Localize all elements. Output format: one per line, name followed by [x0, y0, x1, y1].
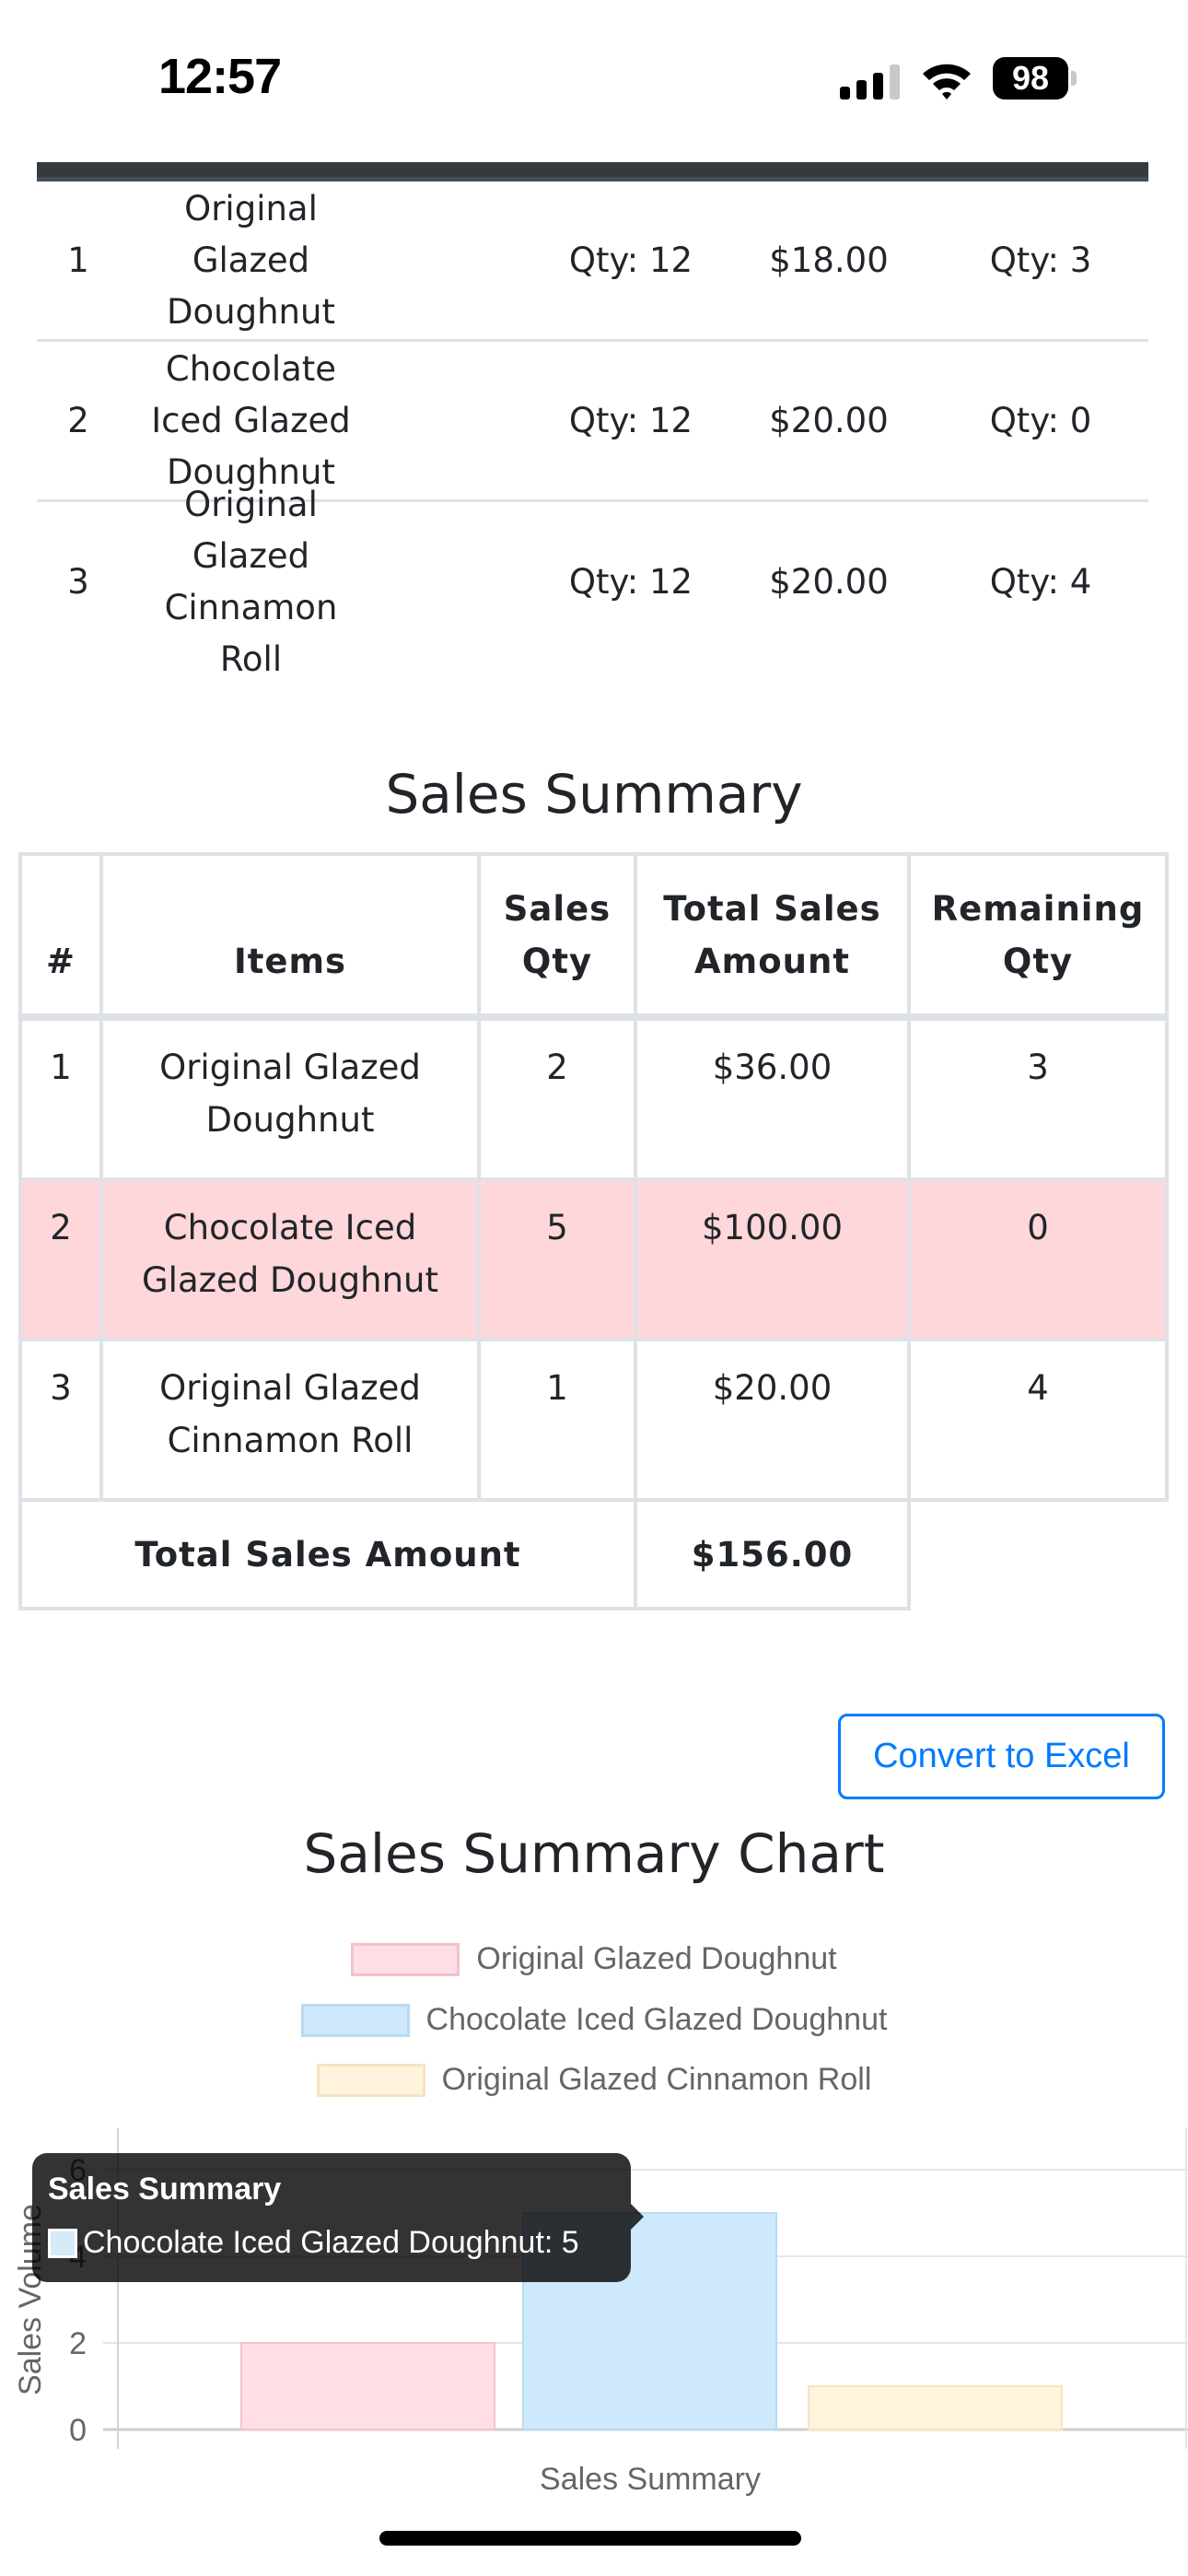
total-sales-amount: $36.00	[634, 1015, 911, 1181]
column-header-sales-qty: Sales Qty	[477, 852, 637, 1021]
item-name: Original Glazed Cinnamon Roll	[99, 1338, 481, 1502]
inventory-row: 3 Original Glazed Cinnamon Roll Qty: 12 $20…	[37, 485, 1148, 679]
row-index: 3	[18, 1338, 103, 1502]
sales-summary-title: Sales Summary	[385, 763, 803, 825]
total-sales-amount: $20.00	[634, 1338, 911, 1502]
remaining-qty: 4	[907, 1338, 1169, 1502]
row-index: 3	[67, 562, 89, 602]
sales-summary-table: # Items Sales Qty Total Sales Amount Rem…	[18, 852, 1169, 1610]
remaining-qty: 0	[907, 1177, 1169, 1341]
item-name: Original Glazed Cinnamon Roll	[164, 485, 338, 679]
legend-label: Original Glazed Doughnut	[476, 1941, 837, 1976]
legend-item[interactable]: Chocolate Iced Glazed Doughnut	[0, 2002, 1188, 2038]
legend-item[interactable]: Original Glazed Cinnamon Roll	[0, 2062, 1188, 2098]
column-header-total-sales-amount: Total Sales Amount	[634, 852, 911, 1021]
column-header-remaining-qty: Remaining Qty	[907, 852, 1169, 1021]
column-header-items: Items	[99, 852, 481, 1021]
tooltip-title: Sales Summary	[48, 2172, 282, 2207]
sales-summary-row: 2 Chocolate Iced Glazed Doughnut 5 $100.00 0	[18, 1177, 1169, 1341]
tooltip-label: Chocolate Iced Glazed Doughnut: 5	[83, 2225, 579, 2260]
item-name: Chocolate Iced Glazed Doughnut	[99, 1177, 481, 1341]
empty-cell	[907, 1500, 1167, 1609]
item-name: Original Glazed Doughnut	[99, 1015, 481, 1181]
remaining-qty: Qty: 3	[989, 240, 1092, 280]
home-indicator[interactable]	[379, 2531, 801, 2546]
battery-icon: 98	[993, 57, 1077, 100]
bar[interactable]	[240, 2342, 495, 2430]
total-sales-amount: $100.00	[634, 1177, 911, 1341]
legend-swatch	[300, 2003, 410, 2037]
stock-qty: Qty: 12	[568, 240, 693, 280]
column-header-index: #	[18, 852, 103, 1021]
bar[interactable]	[808, 2385, 1063, 2430]
convert-to-excel-button[interactable]: Convert to Excel	[838, 1714, 1165, 1799]
legend-label: Chocolate Iced Glazed Doughnut	[425, 2002, 888, 2037]
sales-summary-row: 1 Original Glazed Doughnut 2 $36.00 3	[18, 1015, 1169, 1181]
sales-qty: 2	[477, 1015, 637, 1181]
legend-item[interactable]: Original Glazed Doughnut	[0, 1941, 1188, 1977]
chart-tooltip: Sales Summary Chocolate Iced Glazed Doug…	[32, 2153, 631, 2282]
stock-qty: Qty: 12	[568, 400, 693, 440]
legend-swatch	[351, 1942, 460, 1976]
legend-label: Original Glazed Cinnamon Roll	[441, 2062, 872, 2097]
chart-title: Sales Summary Chart	[303, 1822, 885, 1885]
remaining-qty: Qty: 0	[989, 400, 1092, 440]
remaining-qty: 3	[907, 1015, 1169, 1181]
inventory-table-header	[37, 162, 1148, 181]
stock-qty: Qty: 12	[568, 562, 693, 602]
item-name: Chocolate Iced Glazed Doughnut	[151, 348, 351, 492]
wifi-icon	[923, 64, 971, 100]
sales-summary-row: 3 Original Glazed Cinnamon Roll 1 $20.00 4	[18, 1338, 1169, 1502]
total-value: $156.00	[634, 1498, 911, 1610]
tooltip-arrow	[631, 2204, 644, 2230]
sales-qty: 1	[477, 1338, 637, 1502]
sales-qty: 5	[477, 1177, 637, 1341]
row-index: 2	[18, 1177, 103, 1341]
y-tick-label: 2	[69, 2326, 87, 2361]
remaining-qty: Qty: 4	[989, 562, 1092, 602]
inventory-row: 1 Original Glazed Doughnut Qty: 12 $18.00 Qt…	[37, 181, 1148, 342]
item-name: Original Glazed Doughnut	[167, 188, 335, 332]
inventory-row: 2 Chocolate Iced Glazed Doughnut Qty: 12 $2…	[37, 342, 1148, 502]
row-index: 2	[67, 400, 89, 440]
tooltip-body: Chocolate Iced Glazed Doughnut: 5	[48, 2225, 579, 2261]
legend-swatch	[316, 2063, 425, 2097]
status-time: 12:57	[158, 49, 282, 104]
sales-summary-header-row: # Items Sales Qty Total Sales Amount Rem…	[18, 852, 1169, 1021]
y-tick-label: 0	[69, 2413, 87, 2448]
row-index: 1	[18, 1015, 103, 1181]
battery-level: 98	[993, 57, 1068, 100]
total-label: Total Sales Amount	[18, 1498, 637, 1610]
tooltip-color-swatch	[48, 2228, 77, 2258]
total-row: Total Sales Amount $156.00	[18, 1498, 1167, 1610]
row-index: 1	[67, 240, 89, 280]
x-axis-title: Sales Summary	[540, 2462, 761, 2497]
cellular-signal-icon	[840, 64, 901, 100]
